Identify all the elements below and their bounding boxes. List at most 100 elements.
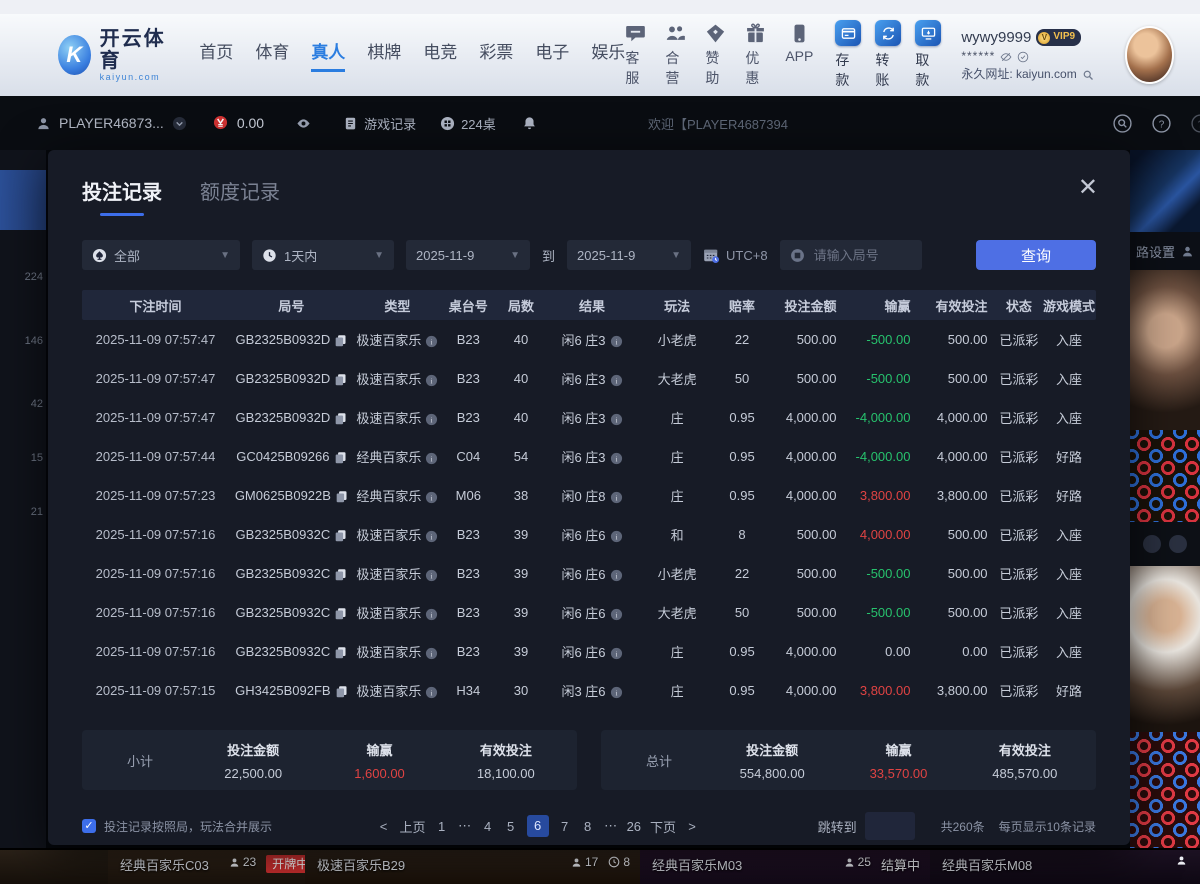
gift-icon (745, 23, 766, 44)
tables-count[interactable]: 224桌 (440, 114, 496, 133)
jump-page-input[interactable] (865, 812, 915, 840)
nav-item-真人[interactable]: 真人 (311, 38, 345, 72)
wallet-action-转账[interactable]: 转账 (875, 20, 901, 90)
service-icon[interactable]: ? (1191, 114, 1200, 133)
page-item-4[interactable]: 4 (481, 819, 495, 834)
table-no: B23 (441, 371, 496, 386)
table-row: 2025-11-09 07:57:47GB2325B0932D极速百家乐iB23… (82, 398, 1096, 437)
copy-icon[interactable] (334, 451, 347, 464)
time-range-select[interactable]: 1天内 ▼ (252, 240, 394, 270)
play-type: 庄 (638, 642, 717, 661)
lobby-table-经典百家乐C03[interactable]: 经典百家乐C0323开牌中 (108, 850, 305, 884)
lobby-table-经典百家乐M03[interactable]: 经典百家乐M0325结算中 (640, 850, 930, 884)
site-logo[interactable]: K 开云体育 kaiyun.com (58, 28, 171, 82)
modal-tabs: 投注记录额度记录 (82, 176, 1096, 216)
eye-off-icon[interactable] (1000, 51, 1012, 63)
tab-额度记录[interactable]: 额度记录 (200, 176, 280, 216)
nav-item-电子[interactable]: 电子 (535, 38, 569, 72)
table-row: 2025-11-09 07:57:23GM0625B0922B经典百家乐iM06… (82, 476, 1096, 515)
page-item-5[interactable]: 5 (504, 819, 518, 834)
total-records-note: 共260条 (941, 818, 985, 835)
info-icon: i (425, 491, 438, 504)
refresh-circle-icon[interactable] (1017, 51, 1029, 63)
copy-icon[interactable] (334, 373, 347, 386)
merge-note: 投注记录按照局，玩法合并展示 (104, 818, 272, 835)
main-nav: 首页体育真人棋牌电竞彩票电子娱乐 (199, 38, 625, 72)
close-icon[interactable]: ✕ (1078, 176, 1098, 200)
copy-icon[interactable] (334, 607, 347, 620)
page-item-下页[interactable]: 下页 (650, 817, 676, 836)
person-icon (844, 857, 855, 868)
copy-icon[interactable] (335, 685, 348, 698)
copy-icon[interactable] (334, 334, 347, 347)
table-row: 2025-11-09 07:57:16GB2325B0932C极速百家乐iB23… (82, 515, 1096, 554)
valid-bet: 0.00 (918, 644, 995, 659)
table-no: H34 (441, 683, 496, 698)
date-to-select[interactable]: 2025-11-9 ▼ (567, 240, 691, 270)
pagination: < 上页 1 ⋯ 45678 ⋯ 26 下页 > (377, 815, 700, 837)
sidebar-selected-item[interactable] (0, 170, 46, 230)
copy-icon[interactable] (334, 568, 347, 581)
date-to-label: 到 (542, 246, 555, 265)
chevron-down-icon[interactable] (172, 116, 187, 131)
nav-item-体育[interactable]: 体育 (255, 38, 289, 72)
lobby-table-经典百家乐M08[interactable]: 经典百家乐M08 (930, 850, 1200, 884)
help-icon[interactable]: ? (1152, 114, 1171, 133)
quick-link-合营[interactable]: 合营 (665, 23, 686, 88)
page-item-26[interactable]: 26 (627, 819, 641, 834)
quick-link-APP[interactable]: APP (785, 23, 813, 88)
copy-icon[interactable] (334, 646, 347, 659)
bet-time: 2025-11-09 07:57:47 (82, 332, 229, 347)
valid-bet: 500.00 (918, 332, 995, 347)
wallet-action-存款[interactable]: 存款 (835, 20, 861, 90)
tab-投注记录[interactable]: 投注记录 (82, 176, 162, 216)
merge-checkbox[interactable]: ✓ (82, 819, 96, 833)
copy-icon[interactable] (334, 529, 347, 542)
notifications-bell[interactable] (522, 116, 537, 131)
player-menu[interactable]: PLAYER46873... (36, 115, 187, 131)
live-dealer-video[interactable] (1130, 270, 1200, 430)
date-from-select[interactable]: 2025-11-9 ▼ (406, 240, 530, 270)
page-item-7[interactable]: 7 (558, 819, 572, 834)
nav-item-娱乐[interactable]: 娱乐 (591, 38, 625, 72)
category-select[interactable]: 全部 ▼ (82, 240, 240, 270)
user-avatar[interactable] (1125, 26, 1174, 84)
magnifier-icon[interactable] (1082, 69, 1094, 81)
copy-icon[interactable] (334, 412, 347, 425)
nav-item-首页[interactable]: 首页 (199, 38, 233, 72)
lobby-table-极速百家乐B29[interactable]: 极速百家乐B29178 (305, 850, 640, 884)
search-button[interactable]: 查询 (976, 240, 1096, 270)
toggle-balance-visibility[interactable] (296, 116, 311, 131)
page-item-8[interactable]: 8 (581, 819, 595, 834)
valid-bet: 500.00 (918, 605, 995, 620)
quick-link-客服[interactable]: 客服 (625, 23, 646, 88)
result: 闲6 庄6i (546, 525, 637, 544)
nav-item-棋牌[interactable]: 棋牌 (367, 38, 401, 72)
live-dealer-video[interactable] (1130, 566, 1200, 732)
page-item-6[interactable]: 6 (527, 815, 549, 837)
game-record-link[interactable]: 游戏记录 (343, 114, 416, 133)
round-number-input[interactable] (812, 247, 916, 264)
result: 闲0 庄8i (546, 486, 637, 505)
total-valid: 485,570.00 (962, 766, 1088, 781)
balance-display[interactable]: 0.00 (213, 115, 264, 132)
road-settings[interactable]: 路设置 (1130, 232, 1200, 270)
search-icon[interactable] (1113, 114, 1132, 133)
page-item->[interactable]: > (685, 819, 699, 834)
nav-item-电竞[interactable]: 电竞 (423, 38, 457, 72)
lobby-table-name: 经典百家乐M08 (942, 855, 1032, 874)
table-body: 2025-11-09 07:57:47GB2325B0932D极速百家乐iB23… (82, 320, 1096, 710)
page-item-⋯[interactable]: ⋯ (458, 818, 472, 834)
roadmap-beads (1130, 732, 1200, 848)
table-badges (1130, 522, 1200, 566)
wallet-action-取款[interactable]: 取款 (915, 20, 941, 90)
page-item-上页[interactable]: 上页 (400, 817, 426, 836)
page-item-⋯[interactable]: ⋯ (604, 818, 618, 834)
column-header: 下注时间 (82, 296, 229, 315)
page-item-1[interactable]: 1 (435, 819, 449, 834)
nav-item-彩票[interactable]: 彩票 (479, 38, 513, 72)
quick-link-赞助[interactable]: 赞助 (705, 23, 726, 88)
copy-icon[interactable] (335, 490, 348, 503)
page-item-<[interactable]: < (377, 819, 391, 834)
quick-link-优惠[interactable]: 优惠 (745, 23, 766, 88)
